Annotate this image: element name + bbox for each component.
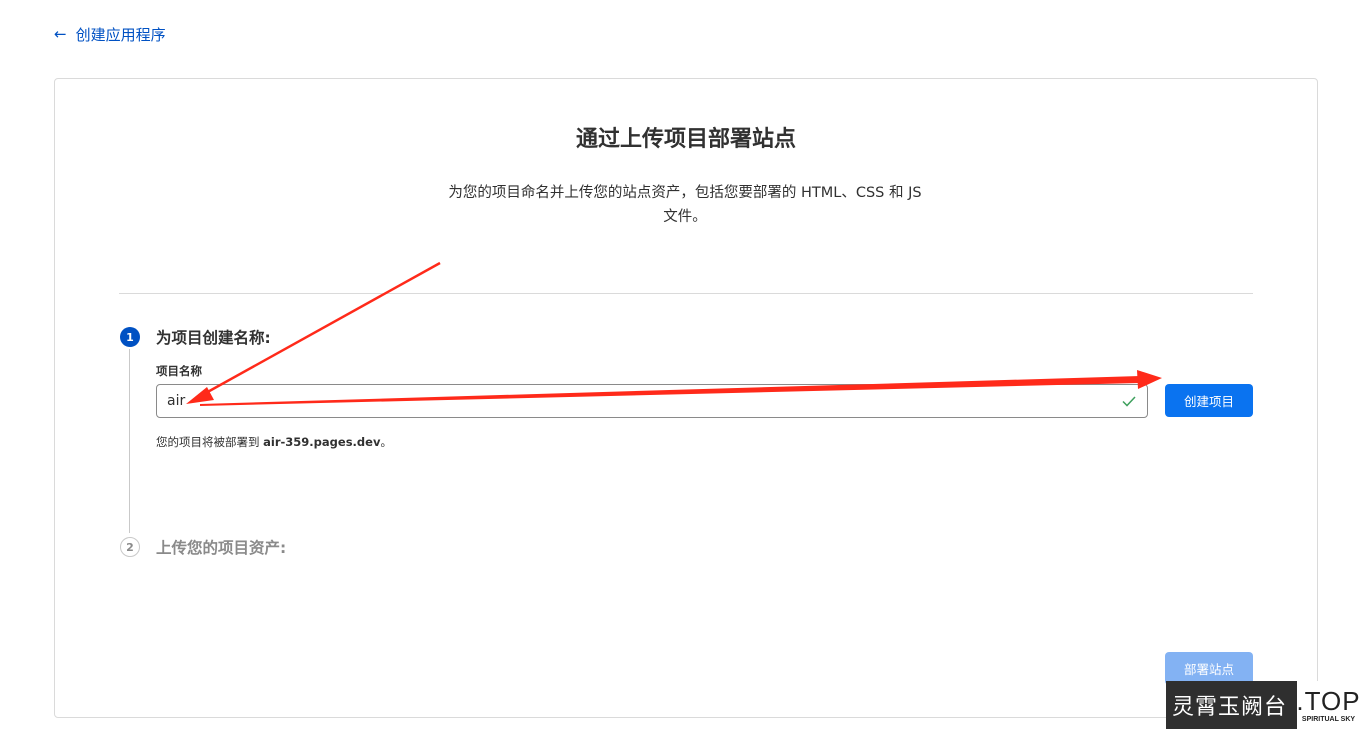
divider [119,293,1253,294]
step-1-badge: 1 [120,327,140,347]
checkmark-icon [1122,396,1136,407]
hint-prefix: 您的项目将被部署到 [156,435,264,449]
back-link[interactable]: ← 创建应用程序 [54,24,166,44]
step-1-title: 为项目创建名称: [156,329,271,347]
page-description: 为您的项目命名并上传您的站点资产，包括您要部署的 HTML、CSS 和 JS 文… [415,181,955,229]
hint-domain: air-359.pages.dev [263,435,381,449]
description-line-1: 为您的项目命名并上传您的站点资产，包括您要部署的 HTML、CSS 和 JS [448,185,922,201]
project-name-field [156,384,1148,418]
back-link-label: 创建应用程序 [75,25,166,44]
watermark-cn: 灵霄玉阙台 [1172,695,1288,720]
watermark-logo: .TOP SPIRITUAL SKY [1296,681,1360,729]
page-title: 通过上传项目部署站点 [575,127,796,152]
step-connector [129,349,130,533]
watermark: 灵霄玉阙台 .TOP SPIRITUAL SKY [1166,681,1360,729]
deploy-url-hint: 您的项目将被部署到 air-359.pages.dev。 [156,434,392,450]
deploy-card: 通过上传项目部署站点 为您的项目命名并上传您的站点资产，包括您要部署的 HTML… [54,78,1318,718]
description-line-2: 文件。 [663,209,707,225]
watermark-sub: SPIRITUAL SKY [1301,715,1356,723]
arrow-left-icon: ← [54,25,67,43]
create-project-button[interactable]: 创建项目 [1165,384,1253,417]
project-name-input[interactable] [157,385,1121,417]
step-2-badge: 2 [120,537,140,557]
step-2-title: 上传您的项目资产: [156,539,287,557]
hint-suffix: 。 [380,435,392,449]
project-name-label: 项目名称 [156,364,202,378]
watermark-top: .TOP [1296,685,1360,716]
